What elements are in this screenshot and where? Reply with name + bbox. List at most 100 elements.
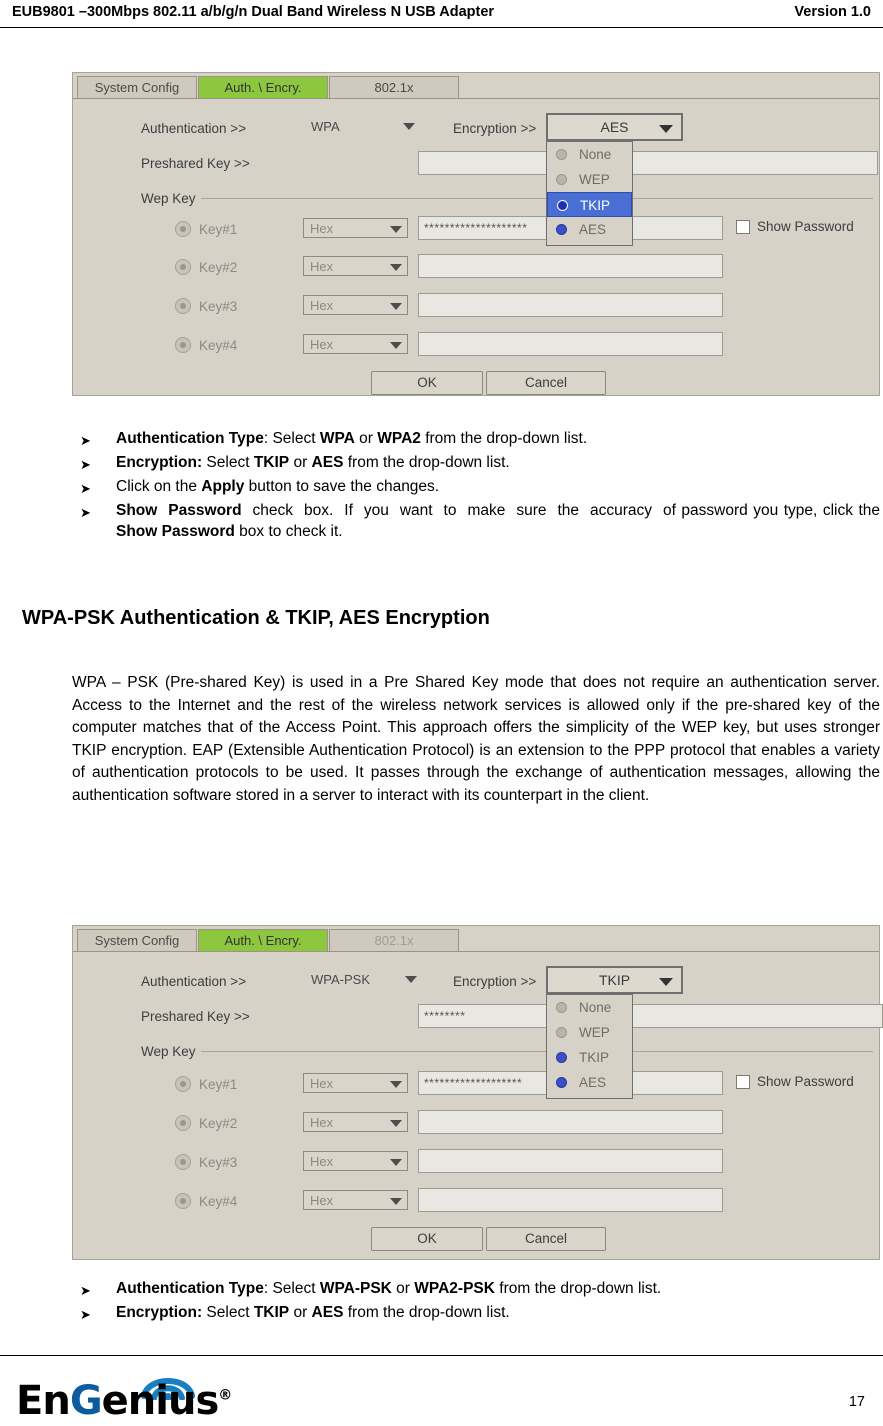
encryption-select-2[interactable]: TKIP — [546, 966, 683, 994]
key2-input[interactable] — [418, 1110, 723, 1134]
key4-radio[interactable] — [175, 1193, 191, 1209]
preshared-key-input-1[interactable] — [418, 151, 878, 175]
key1-radio[interactable] — [175, 1076, 191, 1092]
key1-label: Key#1 — [199, 222, 238, 237]
wep-key-group-label-1: Wep Key — [141, 191, 196, 206]
authentication-label-1: Authentication >> — [141, 121, 247, 136]
arrow-bullet-icon: ➤ — [80, 505, 91, 520]
key4-label: Key#4 — [199, 1194, 238, 1209]
tab-auth-encry-2[interactable]: Auth. \ Encry. — [198, 929, 328, 951]
show-password-checkbox-1[interactable] — [736, 220, 750, 234]
option-label: AES — [579, 222, 607, 237]
key3-radio[interactable] — [175, 1154, 191, 1170]
tab-8021x-2[interactable]: 802.1x — [329, 929, 459, 951]
header-version: Version 1.0 — [794, 4, 871, 20]
preshared-key-input-2[interactable]: ******** — [418, 1004, 883, 1028]
radio-icon — [556, 1077, 567, 1088]
key3-format-select[interactable]: Hex — [303, 295, 408, 315]
preshared-key-label-1: Preshared Key >> — [141, 156, 250, 171]
radio-icon-selected — [557, 200, 568, 211]
arrow-bullet-icon: ➤ — [80, 1283, 91, 1298]
dropdown-option-none-1[interactable]: None — [547, 142, 632, 167]
key2-radio[interactable] — [175, 259, 191, 275]
screenshot-wpa-aes: System Config Auth. \ Encry. 802.1x Auth… — [72, 72, 880, 396]
authentication-value-2: WPA-PSK — [311, 972, 370, 987]
encryption-dropdown-1[interactable]: None WEP TKIP AES — [546, 141, 633, 246]
cancel-button-1[interactable]: Cancel — [486, 371, 606, 395]
logo-g: G — [69, 1378, 103, 1424]
engenius-logo: EnGenius® — [16, 1364, 266, 1424]
key4-radio[interactable] — [175, 337, 191, 353]
tab-8021x-1[interactable]: 802.1x — [329, 76, 459, 98]
authentication-select-2[interactable]: WPA-PSK — [305, 970, 417, 990]
radio-icon — [556, 1052, 567, 1063]
dropdown-option-aes-2[interactable]: AES — [547, 1070, 632, 1095]
arrow-bullet-icon: ➤ — [80, 1307, 91, 1322]
key3-format-select[interactable]: Hex — [303, 1151, 408, 1171]
ok-button-2[interactable]: OK — [371, 1227, 483, 1251]
key2-radio[interactable] — [175, 1115, 191, 1131]
key1-format-select[interactable]: Hex — [303, 1073, 408, 1093]
option-label: TKIP — [580, 198, 611, 213]
key3-radio[interactable] — [175, 298, 191, 314]
dropdown-option-tkip-1[interactable]: TKIP — [547, 192, 632, 217]
key3-format-value: Hex — [310, 298, 334, 313]
key1-format-value: Hex — [310, 1076, 334, 1091]
key3-format-value: Hex — [310, 1154, 334, 1169]
option-label: None — [579, 147, 612, 162]
encryption-select-1[interactable]: AES — [546, 113, 683, 141]
arrow-bullet-icon: ➤ — [80, 433, 91, 448]
wep-key-group-label-2: Wep Key — [141, 1044, 196, 1059]
key3-label: Key#3 — [199, 1155, 238, 1170]
key2-input[interactable] — [418, 254, 723, 278]
cancel-button-2[interactable]: Cancel — [486, 1227, 606, 1251]
arrow-bullet-icon: ➤ — [80, 457, 91, 472]
option-label: WEP — [579, 1025, 610, 1040]
encryption-dropdown-2[interactable]: None WEP TKIP AES — [546, 994, 633, 1099]
encryption-label-2: Encryption >> — [453, 974, 537, 989]
dropdown-option-none-2[interactable]: None — [547, 995, 632, 1020]
chevron-down-icon — [390, 226, 402, 233]
dropdown-option-tkip-2[interactable]: TKIP — [547, 1045, 632, 1070]
key2-format-select[interactable]: Hex — [303, 1112, 408, 1132]
show-password-checkbox-2[interactable] — [736, 1075, 750, 1089]
key4-format-select[interactable]: Hex — [303, 334, 408, 354]
dropdown-option-wep-1[interactable]: WEP — [547, 167, 632, 192]
authentication-select-1[interactable]: WPA — [305, 117, 415, 137]
bullet-item: ➤ Show Password check box. If you want t… — [80, 500, 880, 542]
bullet-text: Authentication Type: Select WPA or WPA2 … — [116, 430, 588, 447]
authentication-value-1: WPA — [311, 119, 340, 134]
key1-value: ******************** — [424, 221, 528, 235]
preshared-key-value-2: ******** — [424, 1009, 466, 1023]
logo-registered-mark: ® — [218, 1387, 232, 1404]
key4-input[interactable] — [418, 332, 723, 356]
key3-input[interactable] — [418, 293, 723, 317]
logo-rest: enius — [101, 1378, 220, 1424]
encryption-value-1: AES — [600, 119, 629, 135]
radio-icon — [556, 149, 567, 160]
preshared-key-label-2: Preshared Key >> — [141, 1009, 250, 1024]
key4-input[interactable] — [418, 1188, 723, 1212]
tab-auth-encry-1[interactable]: Auth. \ Encry. — [198, 76, 328, 98]
chevron-down-icon — [390, 303, 402, 310]
key4-format-select[interactable]: Hex — [303, 1190, 408, 1210]
key3-input[interactable] — [418, 1149, 723, 1173]
chevron-down-icon — [390, 1198, 402, 1205]
section-title: WPA-PSK Authentication & TKIP, AES Encry… — [22, 607, 490, 629]
key2-format-select[interactable]: Hex — [303, 256, 408, 276]
tab-label: 802.1x — [374, 80, 414, 95]
bullet-list-2: ➤ Authentication Type: Select WPA-PSK or… — [80, 1278, 880, 1326]
key1-format-select[interactable]: Hex — [303, 218, 408, 238]
key2-format-value: Hex — [310, 1115, 334, 1130]
key2-format-value: Hex — [310, 259, 334, 274]
dropdown-option-wep-2[interactable]: WEP — [547, 1020, 632, 1045]
dropdown-option-aes-1[interactable]: AES — [547, 217, 632, 242]
logo-wordmark: EnGenius® — [16, 1378, 232, 1424]
ok-button-1[interactable]: OK — [371, 371, 483, 395]
tab-system-config-1[interactable]: System Config — [77, 76, 197, 98]
key1-radio[interactable] — [175, 221, 191, 237]
document-page: EUB9801 –300Mbps 802.11 a/b/g/n Dual Ban… — [0, 0, 883, 1425]
tab-label: 802.1x — [374, 933, 414, 948]
tab-system-config-2[interactable]: System Config — [77, 929, 197, 951]
bullet-item: ➤ Encryption: Select TKIP or AES from th… — [80, 452, 880, 475]
